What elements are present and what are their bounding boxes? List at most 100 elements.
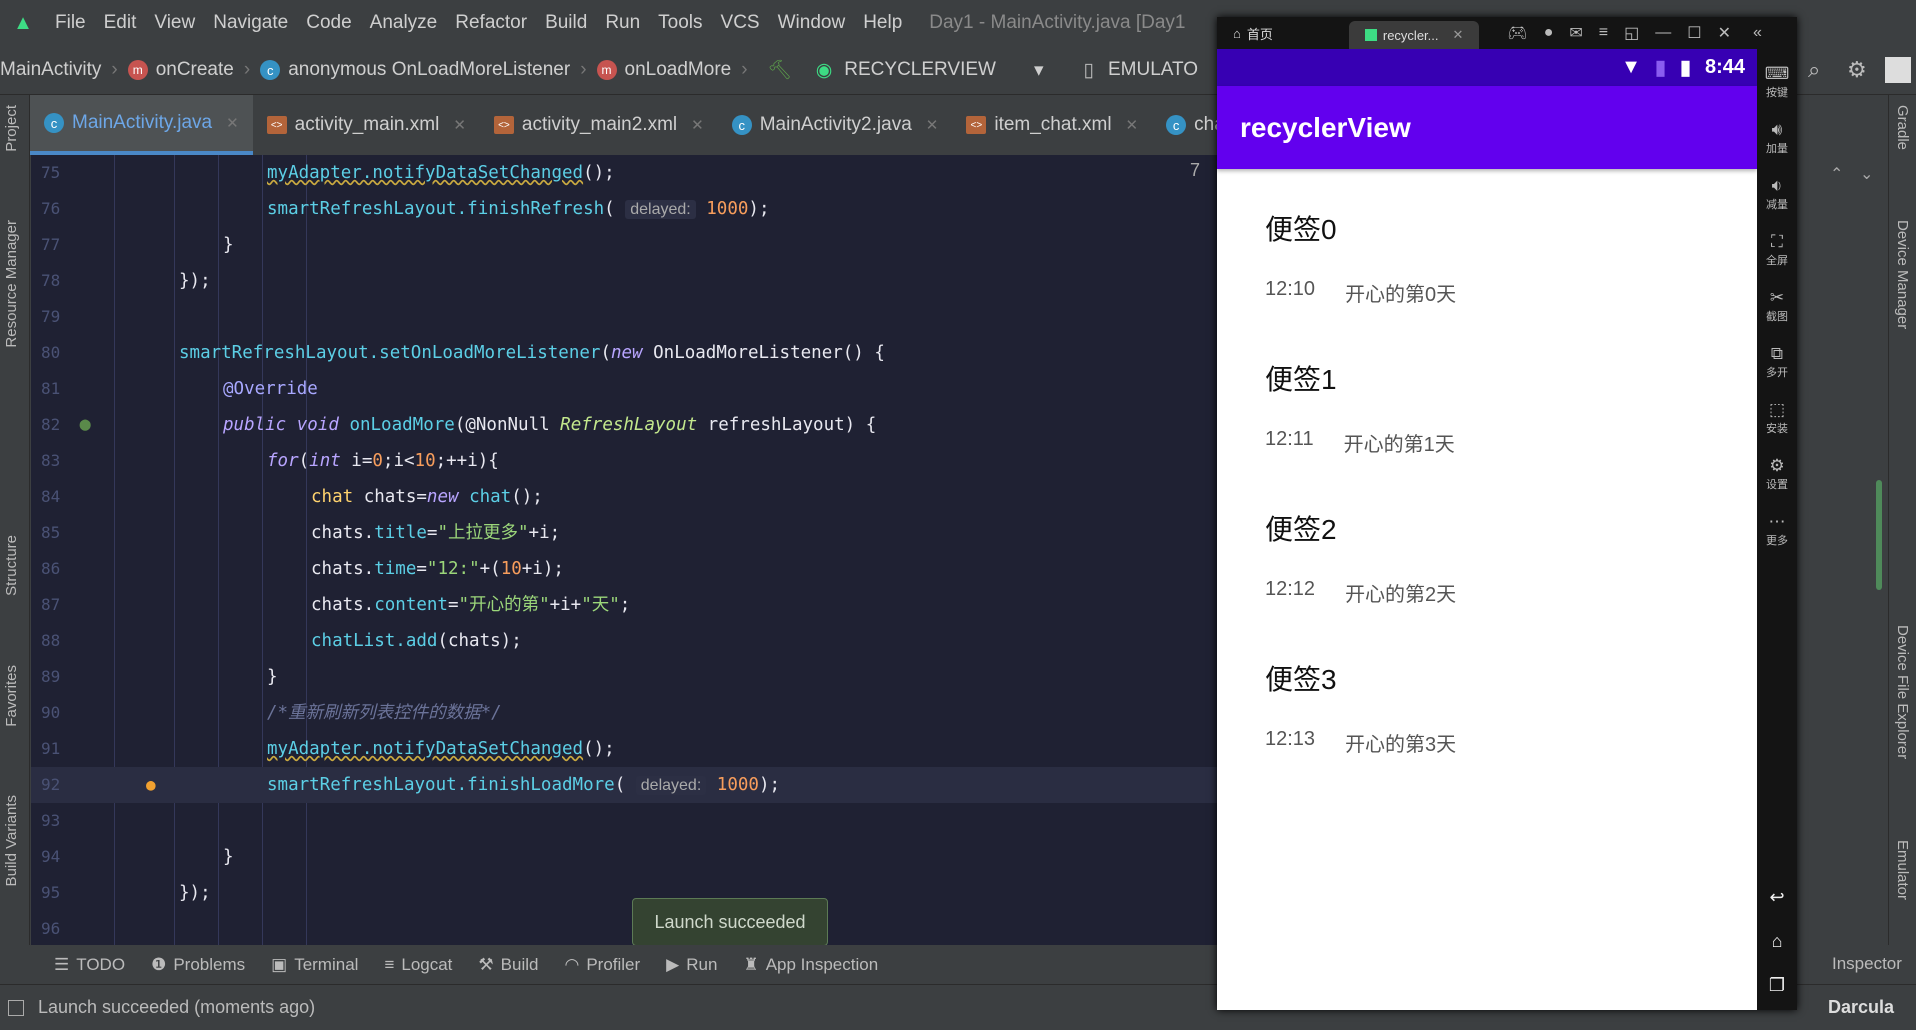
list-item[interactable]: 便签0 12:10 开心的第0天 [1265, 208, 1456, 307]
collapse-sidebar-icon[interactable]: « [1753, 24, 1762, 42]
menu-refactor[interactable]: Refactor [446, 12, 536, 34]
menu-vcs[interactable]: VCS [712, 12, 769, 34]
menu-run[interactable]: Run [596, 12, 649, 34]
tool-build-variants[interactable]: Build Variants [3, 795, 20, 886]
tool-run[interactable]: ▶ Run [656, 955, 727, 975]
code-line[interactable]: 81 @Override [31, 371, 1217, 407]
list-item[interactable]: 便签2 12:12 开心的第2天 [1265, 508, 1456, 607]
status-toggle-icon[interactable] [8, 999, 24, 1016]
menu-file[interactable]: File [46, 12, 95, 34]
menu-view[interactable]: View [145, 12, 204, 34]
back-icon[interactable]: ↩ [1757, 887, 1797, 908]
emulator-side-button[interactable]: 🔉︎ 减量 [1757, 176, 1797, 212]
menu-edit[interactable]: Edit [95, 12, 146, 34]
close-tab-icon[interactable]: ✕ [453, 116, 466, 134]
gear-icon[interactable]: ⚙ [1847, 57, 1867, 83]
list-item[interactable]: 便签3 12:13 开心的第3天 [1265, 658, 1456, 757]
account-icon[interactable]: ● [1544, 24, 1554, 42]
maximize-icon[interactable]: ☐ [1687, 23, 1701, 43]
close-tab-icon[interactable]: ✕ [1453, 27, 1464, 43]
mail-icon[interactable]: ✉ [1569, 23, 1582, 43]
build-hammer-icon[interactable]: 🔨︎ [768, 58, 792, 82]
emulator-side-button[interactable]: ⚙ 设置 [1757, 456, 1797, 492]
tab-item-chat-xml[interactable]: <> item_chat.xml ✕ [952, 95, 1152, 155]
code-line[interactable]: 94} [31, 839, 1217, 875]
status-message[interactable]: Launch succeeded (moments ago) [38, 997, 315, 1018]
breadcrumb-method[interactable]: m onLoadMore [596, 59, 731, 81]
emulator-side-button[interactable]: ⛶ 全屏 [1757, 232, 1797, 268]
close-tab-icon[interactable]: ✕ [1126, 116, 1139, 134]
breadcrumb-class[interactable]: MainActivity [0, 59, 101, 81]
emulator-side-button[interactable]: 🔊︎ 加量 [1757, 120, 1797, 156]
tool-device-manager[interactable]: Device Manager [1894, 220, 1911, 329]
code-line[interactable]: 79 [31, 299, 1217, 335]
menu-navigate[interactable]: Navigate [204, 12, 297, 34]
code-line[interactable]: 96 [31, 911, 1217, 945]
theme-indicator[interactable]: Darcula [1828, 997, 1894, 1018]
gamepad-icon[interactable]: 🎮︎ [1507, 23, 1527, 43]
emulator-side-button[interactable]: ⧉ 多开 [1757, 344, 1797, 380]
code-line[interactable]: 91 myAdapter.notifyDataSetChanged(); [31, 731, 1217, 767]
close-tab-icon[interactable]: ✕ [691, 116, 704, 134]
breadcrumb-anonymous-class[interactable]: c anonymous OnLoadMoreListener [260, 59, 570, 81]
phone-screen[interactable]: ▼ ▮ ▮ 8:44 recyclerView 便签0 12:10 开心的第0天 便签… [1217, 49, 1757, 1010]
menu-build[interactable]: Build [536, 12, 596, 34]
tool-gradle[interactable]: Gradle [1894, 105, 1911, 150]
tool-emulator[interactable]: Emulator [1894, 840, 1911, 900]
tab-mainactivity-java[interactable]: c MainActivity.java ✕ [30, 95, 253, 155]
next-highlight-icon[interactable]: ⌄ [1860, 164, 1873, 184]
menu-analyze[interactable]: Analyze [361, 12, 447, 34]
resize-icon[interactable]: ◱ [1624, 23, 1639, 43]
code-line[interactable]: 80 smartRefreshLayout.setOnLoadMoreListen… [31, 335, 1217, 371]
code-editor[interactable]: 75 myAdapter.notifyDataSetChanged(); 76 sma… [31, 155, 1217, 945]
tool-problems[interactable]: ❶ Problems [141, 955, 255, 975]
tool-structure[interactable]: Structure [3, 535, 20, 596]
code-line[interactable]: 78}); [31, 263, 1217, 299]
code-line[interactable]: 90 /*重新刷新列表控件的数据*/ [31, 695, 1217, 731]
tab-mainactivity2-java[interactable]: c MainActivity2.java ✕ [718, 95, 953, 155]
recents-icon[interactable]: ❐ [1757, 975, 1797, 996]
code-line[interactable]: 95}); [31, 875, 1217, 911]
tool-app-inspection[interactable]: ♜ App Inspection [733, 955, 888, 975]
home-icon[interactable]: ⌂ [1757, 931, 1797, 952]
device-selector[interactable]: EMULATO [1108, 59, 1198, 81]
previous-highlight-icon[interactable]: ⌃ [1830, 164, 1843, 184]
code-line[interactable]: 93 [31, 803, 1217, 839]
menu-window[interactable]: Window [769, 12, 855, 34]
emulator-side-button[interactable]: ⌨ 按键 [1757, 64, 1797, 100]
tool-todo[interactable]: ☰ TODO [44, 955, 135, 975]
tool-device-file-explorer[interactable]: Device File Explorer [1894, 625, 1911, 759]
editor-scrollbar[interactable] [1876, 480, 1882, 590]
close-tab-icon[interactable]: ✕ [926, 116, 939, 134]
emulator-side-button[interactable]: ⬚ 安装 [1757, 400, 1797, 436]
code-line[interactable]: 77} [31, 227, 1217, 263]
search-icon[interactable]: ⌕ [1808, 57, 1820, 83]
tool-resource-manager[interactable]: Resource Manager [3, 220, 20, 348]
code-line[interactable]: 86 chats.time="12:"+(10+i); [31, 551, 1217, 587]
emulator-app-tab[interactable]: recycler... ✕ [1348, 21, 1480, 49]
emulator-home-tab[interactable]: ⌂ 首页 [1217, 19, 1289, 47]
tab-chat[interactable]: cchat [1152, 95, 1220, 155]
code-line[interactable]: 76 smartRefreshLayout.finishRefresh( dela… [31, 191, 1217, 227]
code-line[interactable]: 75 myAdapter.notifyDataSetChanged(); [31, 155, 1217, 191]
tab-activity-main-xml[interactable]: <> activity_main.xml ✕ [253, 95, 480, 155]
menu-code[interactable]: Code [297, 12, 360, 34]
code-line[interactable]: 88 chatList.add(chats); [31, 623, 1217, 659]
run-config-dropdown[interactable]: RECYCLERVIEW ▾ [844, 59, 1043, 82]
code-line[interactable]: 82 public void onLoadMore(@NonNull Refres… [31, 407, 1217, 443]
intention-bulb-icon[interactable]: ● [146, 767, 156, 803]
code-line[interactable]: 89} [31, 659, 1217, 695]
breadcrumb-method[interactable]: m onCreate [127, 59, 234, 81]
menu-icon[interactable]: ≡ [1599, 24, 1608, 42]
close-tab-icon[interactable]: ✕ [226, 114, 239, 132]
code-line[interactable]: 85 chats.title="上拉更多"+i; [31, 515, 1217, 551]
avatar[interactable] [1885, 57, 1911, 83]
tool-terminal[interactable]: ▣ Terminal [261, 955, 368, 975]
tab-activity-main2-xml[interactable]: <> activity_main2.xml ✕ [480, 95, 718, 155]
override-gutter-icon[interactable]: ⬤ [79, 407, 91, 443]
menu-tools[interactable]: Tools [649, 12, 711, 34]
code-line[interactable]: 87 chats.content="开心的第"+i+"天"; [31, 587, 1217, 623]
list-item[interactable]: 便签1 12:11 开心的第1天 [1265, 358, 1455, 457]
code-line[interactable]: 83 for(int i=0;i<10;++i){ [31, 443, 1217, 479]
menu-help[interactable]: Help [854, 12, 911, 34]
